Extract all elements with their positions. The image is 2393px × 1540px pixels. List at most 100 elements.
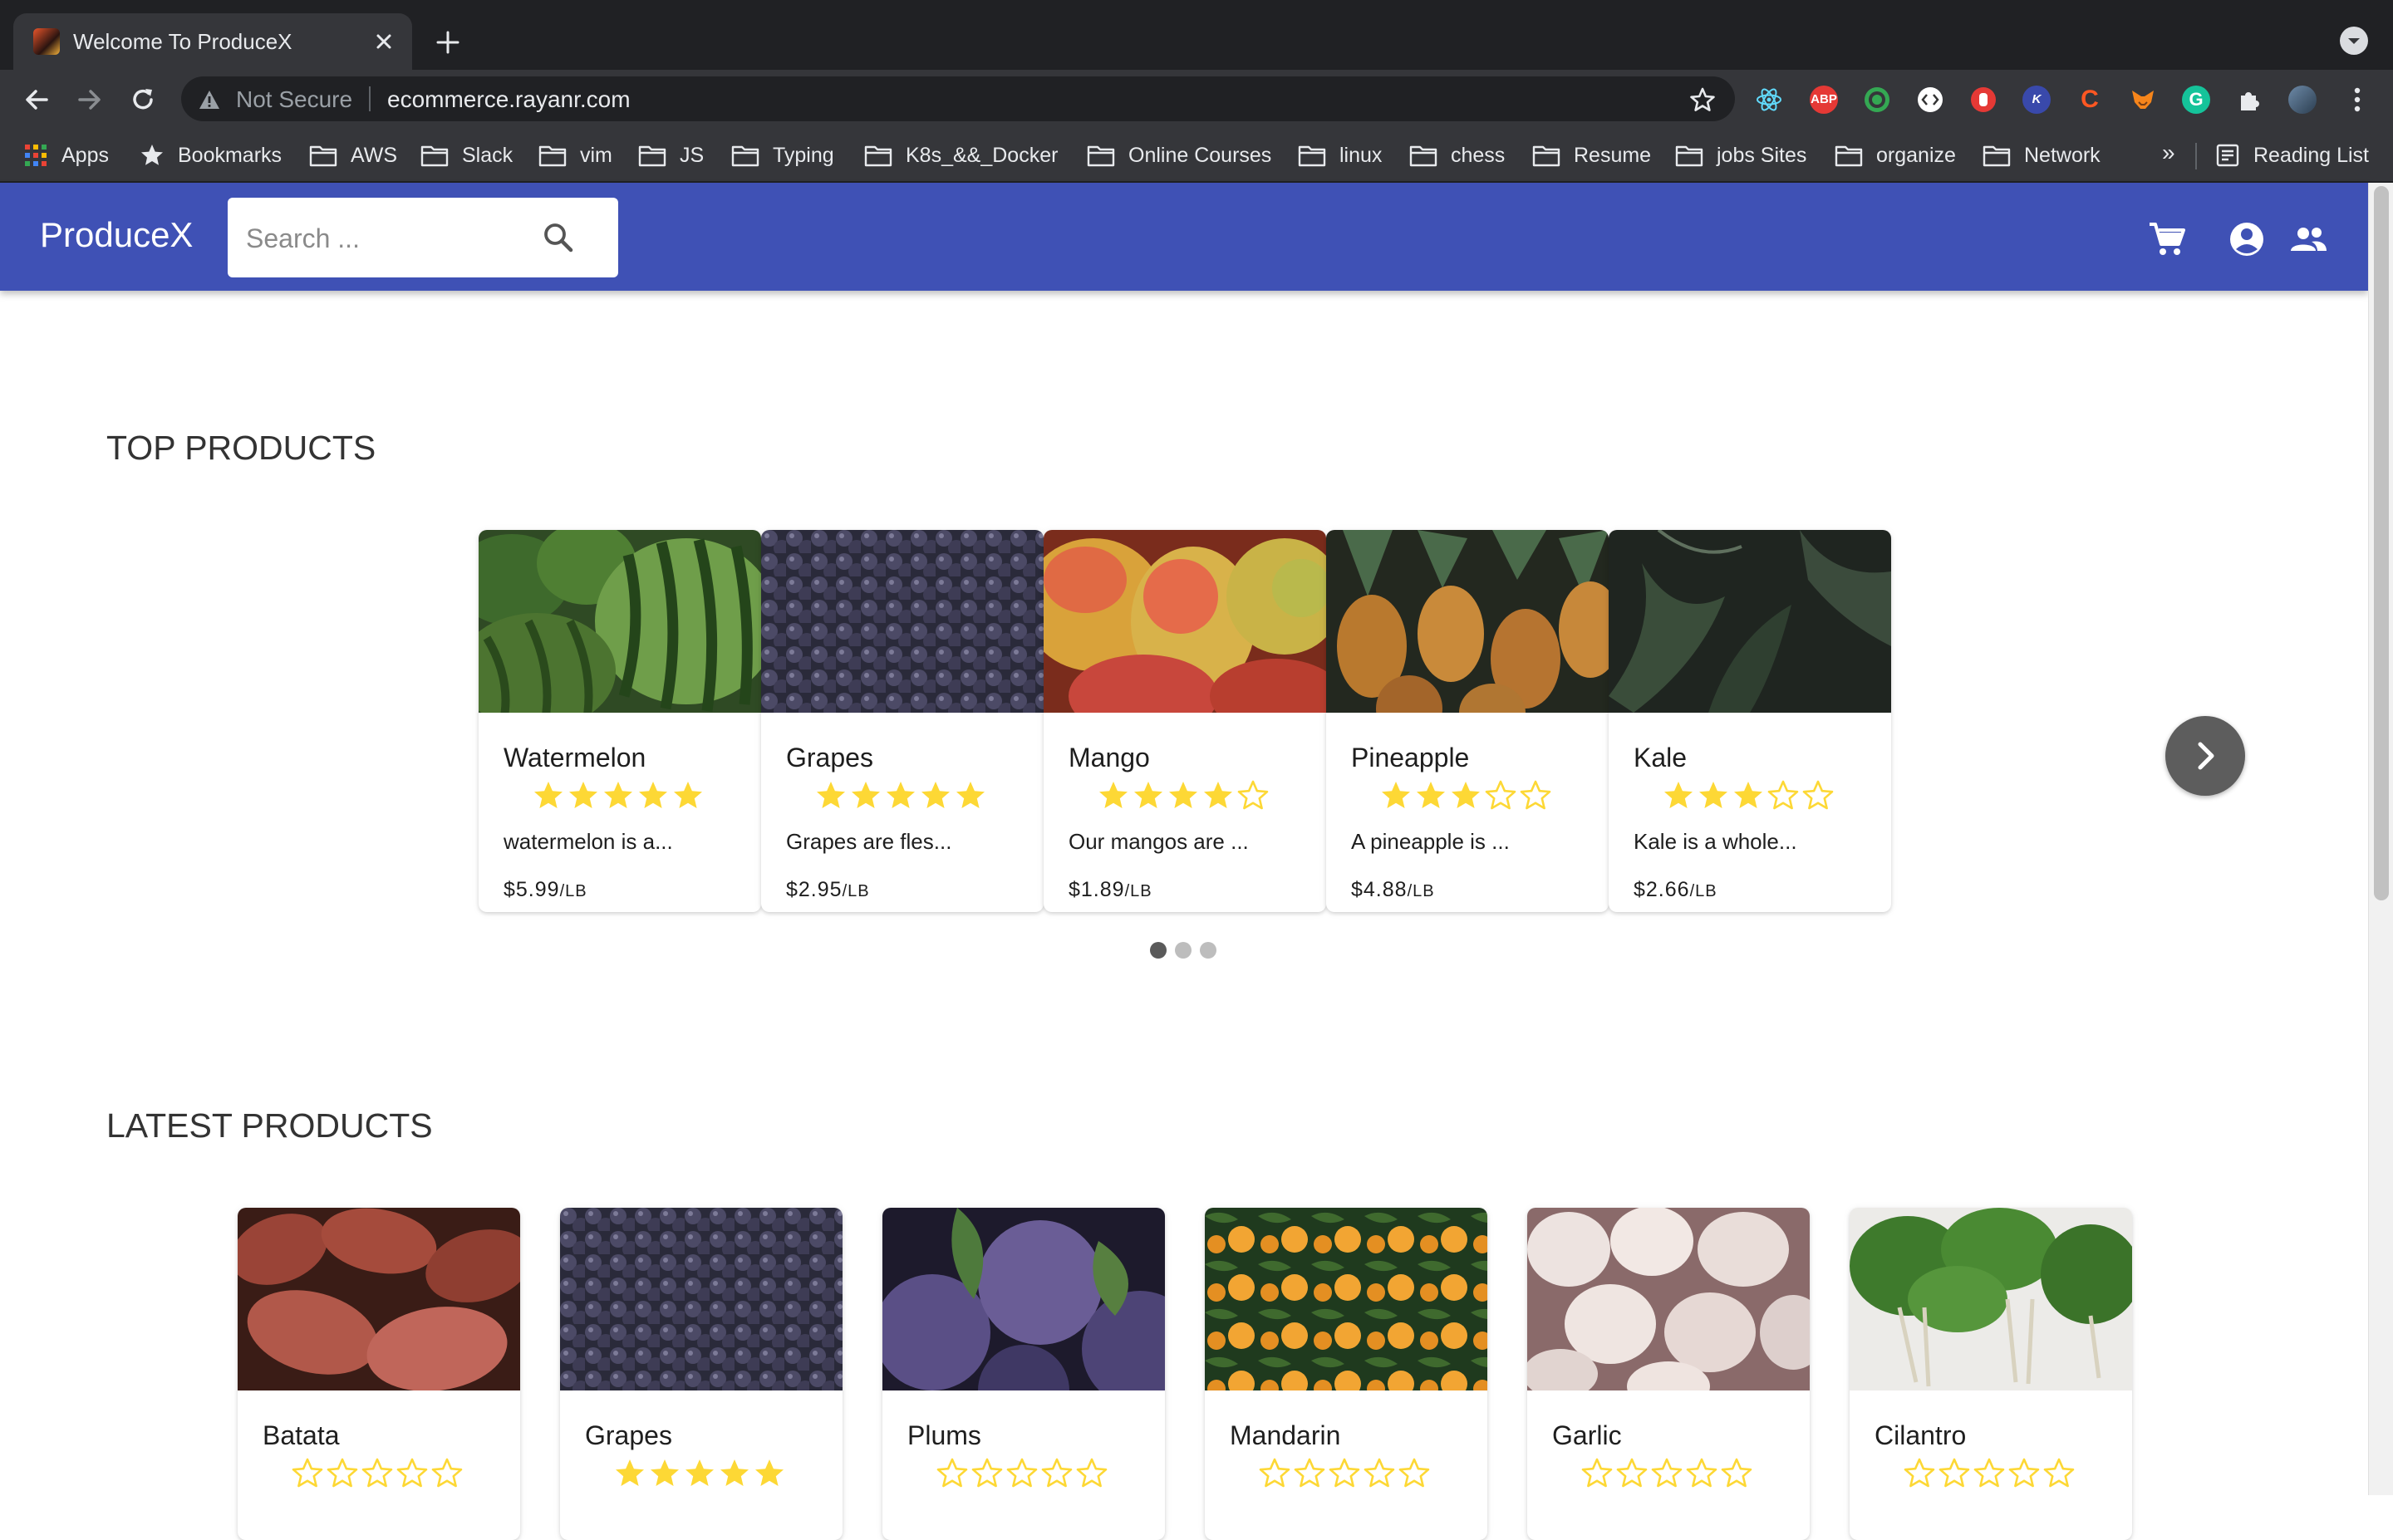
product-card-watermelon[interactable]: Watermelon watermelon is a... $5.99/LB — [479, 530, 761, 912]
star-outline-icon[interactable] — [1903, 1457, 1936, 1490]
more-bookmarks-button[interactable]: » — [2162, 140, 2175, 166]
target-extension-icon[interactable] — [1863, 86, 1891, 114]
tab-search-button[interactable] — [2340, 27, 2368, 55]
bookmark-apps[interactable]: Apps — [23, 141, 109, 169]
bookmark-folder-jobs-sites[interactable]: jobs Sites — [1675, 141, 1806, 169]
star-filled-icon[interactable] — [884, 779, 917, 812]
star-outline-icon[interactable] — [1293, 1457, 1326, 1490]
page-scrollbar[interactable] — [2368, 183, 2393, 1495]
rating-stars[interactable] — [1662, 779, 1836, 816]
star-outline-icon[interactable] — [1973, 1457, 2006, 1490]
product-name[interactable]: Pineapple — [1351, 741, 1469, 774]
star-filled-icon[interactable] — [1167, 779, 1200, 812]
star-outline-icon[interactable] — [1685, 1457, 1718, 1490]
rating-stars[interactable] — [291, 1457, 465, 1493]
product-name[interactable]: Grapes — [786, 741, 873, 774]
new-tab-icon[interactable] — [434, 28, 462, 56]
star-outline-icon[interactable] — [1766, 779, 1800, 812]
code-extension-icon[interactable] — [1916, 86, 1944, 114]
star-filled-icon[interactable] — [1697, 779, 1730, 812]
bookmark-folder-organize[interactable]: organize — [1835, 141, 1956, 169]
address-bar[interactable]: Not Secure ecommerce.rayanr.com — [181, 76, 1735, 121]
product-card-plums[interactable]: Plums — [882, 1208, 1165, 1540]
profile-avatar[interactable] — [2288, 86, 2317, 114]
product-card-mandarin[interactable]: Mandarin — [1205, 1208, 1487, 1540]
bookmark-folder-linux[interactable]: linux — [1298, 141, 1382, 169]
bookmark-star-icon[interactable] — [1688, 86, 1717, 114]
star-outline-icon[interactable] — [1005, 1457, 1039, 1490]
product-name[interactable]: Grapes — [585, 1419, 672, 1452]
star-filled-icon[interactable] — [648, 1457, 681, 1490]
star-outline-icon[interactable] — [1615, 1457, 1649, 1490]
star-outline-icon[interactable] — [1075, 1457, 1108, 1490]
carousel-dot[interactable] — [1150, 942, 1167, 959]
carousel-dot[interactable] — [1175, 942, 1192, 959]
star-filled-icon[interactable] — [1449, 779, 1482, 812]
rating-stars[interactable] — [814, 779, 989, 816]
bookmark-folder-vim[interactable]: vim — [538, 141, 612, 169]
warning-icon[interactable] — [198, 88, 221, 111]
star-outline-icon[interactable] — [970, 1457, 1004, 1490]
star-outline-icon[interactable] — [2007, 1457, 2041, 1490]
browser-tab[interactable]: Welcome To ProduceX — [13, 13, 412, 70]
star-filled-icon[interactable] — [1132, 779, 1165, 812]
security-label[interactable]: Not Secure — [236, 86, 352, 113]
star-outline-icon[interactable] — [1258, 1457, 1291, 1490]
star-filled-icon[interactable] — [814, 779, 848, 812]
star-outline-icon[interactable] — [2042, 1457, 2076, 1490]
star-outline-icon[interactable] — [1580, 1457, 1614, 1490]
star-filled-icon[interactable] — [1662, 779, 1695, 812]
star-filled-icon[interactable] — [753, 1457, 786, 1490]
rating-stars[interactable] — [1903, 1457, 2077, 1493]
product-card-grapes[interactable]: Grapes Grapes are fles... $2.95/LB — [761, 530, 1044, 912]
product-card-garlic[interactable]: Garlic — [1527, 1208, 1810, 1540]
star-filled-icon[interactable] — [683, 1457, 716, 1490]
star-filled-icon[interactable] — [849, 779, 882, 812]
star-outline-icon[interactable] — [1363, 1457, 1396, 1490]
search-input[interactable] — [246, 218, 520, 259]
star-filled-icon[interactable] — [613, 1457, 646, 1490]
star-outline-icon[interactable] — [1040, 1457, 1074, 1490]
bookmark-folder-typing[interactable]: Typing — [731, 141, 834, 169]
star-filled-icon[interactable] — [954, 779, 987, 812]
product-card-kale[interactable]: Kale Kale is a whole... $2.66/LB — [1609, 530, 1891, 912]
shopping-cart-icon[interactable] — [2147, 219, 2187, 259]
product-card-cilantro[interactable]: Cilantro — [1850, 1208, 2132, 1540]
star-filled-icon[interactable] — [532, 779, 565, 812]
star-filled-icon[interactable] — [1732, 779, 1765, 812]
rating-stars[interactable] — [1580, 1457, 1755, 1493]
star-outline-icon[interactable] — [396, 1457, 429, 1490]
star-outline-icon[interactable] — [1519, 779, 1552, 812]
reading-list-button[interactable]: Reading List — [2215, 141, 2369, 169]
adblock-plus-icon[interactable]: ABP — [1810, 86, 1838, 114]
grammarly-icon[interactable]: G — [2182, 86, 2210, 114]
bookmark-folder-slack[interactable]: Slack — [420, 141, 513, 169]
bookmark-folder-k8s[interactable]: K8s_&&_Docker — [864, 141, 1058, 169]
star-filled-icon[interactable] — [602, 779, 635, 812]
product-name[interactable]: Cilantro — [1875, 1419, 1966, 1452]
bookmark-folder-chess[interactable]: chess — [1409, 141, 1505, 169]
account-circle-icon[interactable] — [2227, 219, 2267, 259]
product-name[interactable]: Kale — [1634, 741, 1687, 774]
star-outline-icon[interactable] — [1720, 1457, 1753, 1490]
react-devtools-icon[interactable] — [1755, 86, 1783, 114]
bookmark-folder-aws[interactable]: AWS — [309, 141, 397, 169]
forward-arrow-icon[interactable] — [75, 85, 105, 115]
star-outline-icon[interactable] — [1236, 779, 1270, 812]
star-outline-icon[interactable] — [1650, 1457, 1683, 1490]
puzzle-extensions-icon[interactable] — [2235, 86, 2263, 114]
bookmark-folder-network[interactable]: Network — [1983, 141, 2101, 169]
star-outline-icon[interactable] — [430, 1457, 464, 1490]
reload-icon[interactable] — [128, 85, 158, 115]
product-name[interactable]: Batata — [263, 1419, 340, 1452]
rating-stars[interactable] — [532, 779, 706, 816]
browser-menu-icon[interactable] — [2345, 85, 2370, 115]
carousel-dot[interactable] — [1200, 942, 1216, 959]
rating-stars[interactable] — [613, 1457, 788, 1493]
star-filled-icon[interactable] — [636, 779, 670, 812]
product-name[interactable]: Mango — [1069, 741, 1150, 774]
star-outline-icon[interactable] — [1328, 1457, 1361, 1490]
rating-stars[interactable] — [1097, 779, 1271, 816]
bookmark-bookmarks[interactable]: Bookmarks — [140, 141, 282, 169]
rating-stars[interactable] — [1258, 1457, 1432, 1493]
